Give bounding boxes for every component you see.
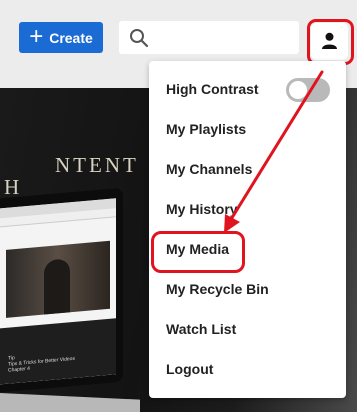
menu-item-label: High Contrast: [166, 81, 259, 97]
annotation-highlight-user-button: [307, 19, 354, 65]
menu-item-label: My Channels: [166, 161, 253, 177]
user-dropdown-menu: High Contrast My Playlists My Channels M…: [149, 61, 346, 398]
menu-item-my-history[interactable]: My History: [166, 199, 238, 219]
toggle-knob: [289, 81, 307, 99]
search-box[interactable]: [119, 21, 299, 54]
menu-item-my-channels[interactable]: My Channels: [166, 159, 252, 179]
hero-text-line1: NTENT: [55, 153, 139, 177]
menu-item-logout[interactable]: Logout: [166, 359, 213, 379]
create-button-label: Create: [49, 29, 93, 46]
menu-item-label: Watch List: [166, 321, 237, 337]
laptop-video-frame: [6, 240, 110, 318]
plus-icon: +: [29, 22, 44, 50]
menu-item-label: My Recycle Bin: [166, 281, 269, 297]
annotation-highlight-my-media: [151, 231, 245, 273]
menu-item-high-contrast[interactable]: High Contrast: [166, 79, 259, 99]
menu-item-my-recycle-bin[interactable]: My Recycle Bin: [166, 279, 269, 299]
laptop-display: Tip Tips & Tricks for Better Videos Chap…: [0, 198, 116, 385]
high-contrast-toggle[interactable]: [286, 78, 330, 102]
laptop-screen-image: Tip Tips & Tricks for Better Videos Chap…: [0, 187, 123, 393]
menu-item-label: My Playlists: [166, 121, 247, 137]
presenter-figure: [44, 258, 70, 315]
search-input[interactable]: [159, 27, 293, 49]
menu-item-my-playlists[interactable]: My Playlists: [166, 119, 246, 139]
menu-item-label: My History: [166, 201, 238, 217]
menu-item-label: Logout: [166, 361, 214, 377]
app-root: NTENT H Tip Tips & Tricks for Better Vid…: [0, 0, 357, 412]
create-button[interactable]: + Create: [19, 22, 103, 53]
menu-item-watch-list[interactable]: Watch List: [166, 319, 236, 339]
search-icon: [130, 29, 149, 48]
